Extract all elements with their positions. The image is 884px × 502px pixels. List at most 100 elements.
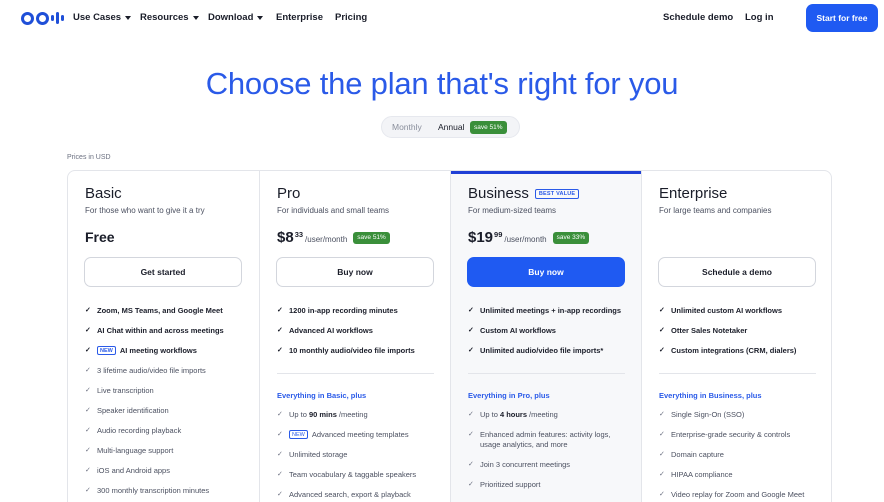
check-icon: ✓ [85,427,91,434]
check-icon: ✓ [277,327,283,334]
check-icon: ✓ [85,467,91,474]
feature-item: ✓ NEW Advanced meeting templates [277,430,409,439]
nav-download[interactable]: Download [208,12,264,23]
feature-item: ✓ Unlimited meetings + in-app recordings [468,306,622,315]
check-icon: ✓ [277,431,283,438]
feature-item: ✓ Join 3 concurrent meetings [468,460,571,469]
buy-now-button[interactable]: Buy now [467,257,625,287]
feature-item: ✓ Unlimited custom AI workflows [659,306,782,315]
feature-item: ✓ Custom integrations (CRM, dialers) [659,346,797,355]
plan-description: For those who want to give it a try [85,206,205,215]
save-badge: save 51% [470,121,507,134]
feature-item: ✓ Zoom, MS Teams, and Google Meet [85,306,223,315]
nav-resources[interactable]: Resources [140,12,199,23]
billing-monthly-option[interactable]: Monthly [392,122,422,132]
new-badge: NEW [97,346,116,355]
schedule-demo-link[interactable]: Schedule demo [663,12,733,23]
check-icon: ✓ [468,347,474,354]
plan-description: For individuals and small teams [277,206,390,215]
plus-heading: Everything in Business, plus [659,391,762,400]
check-icon: ✓ [85,347,91,354]
save-badge: save 51% [353,231,390,244]
check-icon: ✓ [468,431,474,438]
feature-list-extra: ✓ Single Sign-On (SSO) ✓ Enterprise-grade … [659,410,829,502]
chevron-down-icon [125,15,132,20]
feature-item: ✓ AI Chat within and across meetings [85,326,224,335]
feature-item: ✓ Speaker identification [85,406,169,415]
feature-item: ✓ Live transcription [85,386,154,395]
check-icon: ✓ [659,471,665,478]
plan-card-enterprise: Enterprise For large teams and companies… [641,171,831,502]
check-icon: ✓ [659,451,665,458]
plan-name: Enterprise [659,185,728,202]
plan-name: Pro [277,185,301,202]
feature-list-extra: ✓ Up to 90 mins/meeting ✓ NEW Advanced meeti… [277,410,447,502]
feature-item: ✓ Advanced search, export & playback [277,490,411,499]
chevron-down-icon [257,15,264,20]
plan-price: $8 33/user/month save 51% [277,229,390,246]
plan-price: Free [85,229,115,245]
feature-item: ✓ NEW AI meeting workflows [85,346,197,355]
feature-list-extra: ✓ Up to 4 hours/meeting ✓ Enhanced admin fe… [468,410,626,500]
check-icon: ✓ [85,387,91,394]
check-icon: ✓ [85,367,91,374]
nav-pricing[interactable]: Pricing [335,12,367,23]
feature-item: ✓ Unlimited audio/video file imports* [468,346,604,355]
feature-item: ✓ Enterprise-grade security & controls [659,430,791,439]
feature-item: ✓ Domain capture [659,450,724,459]
feature-item: ✓ 3 lifetime audio/video file imports [85,366,206,375]
start-for-free-button[interactable]: Start for free [806,4,878,32]
feature-item: ✓ Advanced AI workflows [277,326,373,335]
plus-heading: Everything in Pro, plus [468,391,550,400]
best-value-badge: BEST VALUE [534,188,580,199]
nav-use-cases[interactable]: Use Cases [73,12,132,23]
login-link[interactable]: Log in [745,12,774,23]
plan-card-pro: Pro For individuals and small teams $8 33… [259,171,450,502]
plus-heading: Everything in Basic, plus [277,391,367,400]
feature-item: ✓ Prioritized support [468,480,541,489]
get-started-button[interactable]: Get started [84,257,242,287]
plan-price: $19 99/user/month save 33% [468,229,590,246]
feature-item: ✓ Single Sign-On (SSO) [659,410,745,419]
check-icon: ✓ [468,411,474,418]
feature-item: ✓ iOS and Android apps [85,466,170,475]
feature-item: ✓ Unlimited storage [277,450,348,459]
check-icon: ✓ [277,307,283,314]
check-icon: ✓ [659,491,665,498]
divider [468,373,625,374]
check-icon: ✓ [85,487,91,494]
page-title: Choose the plan that's right for you [205,66,679,101]
divider [277,373,434,374]
feature-item: ✓ 10 monthly audio/video file imports [277,346,415,355]
feature-item: ✓ Team vocabulary & taggable speakers [277,470,417,479]
plan-description: For medium-sized teams [468,206,557,215]
check-icon: ✓ [85,407,91,414]
buy-now-button[interactable]: Buy now [276,257,434,287]
billing-toggle[interactable]: Monthly Annual save 51% [381,116,520,138]
plan-name: Business BEST VALUE [468,185,580,202]
divider [659,373,816,374]
feature-item: ✓ Up to 90 mins/meeting [277,410,368,419]
feature-item: ✓ Audio recording playback [85,426,182,435]
billing-annual-option[interactable]: Annual [438,122,464,132]
feature-list: ✓ Unlimited custom AI workflows ✓ Otter Sa… [659,306,824,366]
check-icon: ✓ [85,307,91,314]
check-icon: ✓ [277,491,283,498]
feature-item: ✓ Custom AI workflows [468,326,556,335]
feature-item: ✓ 1200 in-app recording minutes [277,306,398,315]
top-nav: Use Cases Resources Download Enterprise … [0,0,884,36]
check-icon: ✓ [659,347,665,354]
nav-enterprise[interactable]: Enterprise [276,12,323,23]
feature-list: ✓ 1200 in-app recording minutes ✓ Advanced… [277,306,442,366]
plan-card-basic: Basic For those who want to give it a tr… [68,171,259,502]
check-icon: ✓ [277,411,283,418]
schedule-a-demo-button[interactable]: Schedule a demo [658,257,816,287]
feature-item: ✓ Multi-language support [85,446,174,455]
check-icon: ✓ [85,447,91,454]
otter-logo[interactable] [21,11,64,25]
save-badge: save 33% [552,231,590,244]
currency-note: Prices in USD [67,154,111,161]
feature-list: ✓ Zoom, MS Teams, and Google Meet ✓ AI Cha… [85,306,250,502]
check-icon: ✓ [659,431,665,438]
check-icon: ✓ [468,481,474,488]
